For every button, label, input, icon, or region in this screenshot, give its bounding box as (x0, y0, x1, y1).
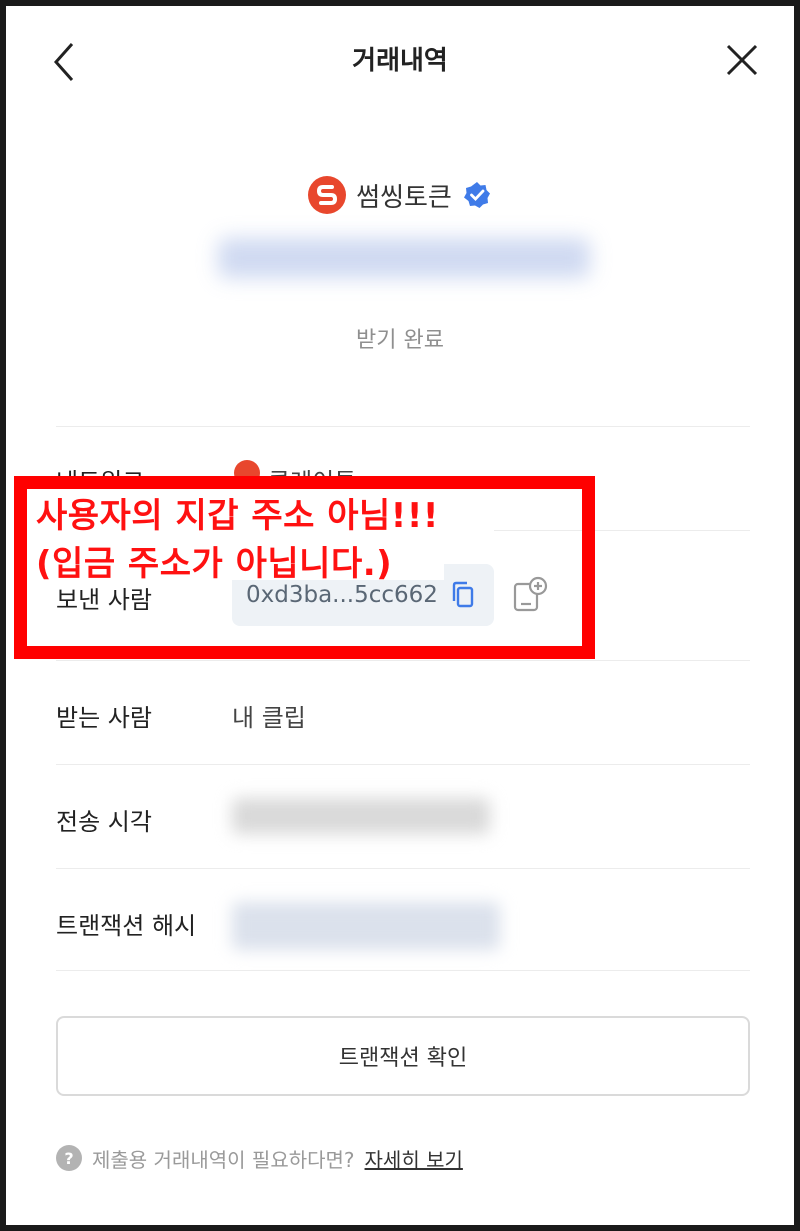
help-row: ? 제출용 거래내역이 필요하다면? 자세히 보기 (56, 1142, 463, 1174)
receiver-value: 내 클립 (232, 704, 306, 732)
help-text: 제출용 거래내역이 필요하다면? (92, 1147, 355, 1172)
transaction-status: 받기 완료 (356, 328, 444, 353)
close-button[interactable] (720, 38, 764, 82)
confirm-transaction-button[interactable]: 트랜잭션 확인 (56, 1016, 750, 1096)
amount-redacted (218, 238, 590, 278)
hash-label: 트랜잭션 해시 (56, 912, 197, 940)
page-title: 거래내역 (352, 46, 448, 76)
divider (56, 764, 750, 765)
divider (56, 660, 750, 661)
receiver-label: 받는 사람 (56, 704, 152, 732)
time-redacted (232, 798, 490, 834)
divider (56, 426, 750, 427)
annotation-line-2: (입금 주소가 아닙니다.) (36, 544, 393, 584)
header: 거래내역 (6, 6, 794, 116)
help-details-link[interactable]: 자세히 보기 (365, 1144, 463, 1173)
token-logo-icon (308, 176, 347, 214)
hash-redacted (232, 902, 500, 950)
question-icon: ? (56, 1145, 82, 1171)
close-icon (726, 44, 758, 76)
annotation-line-1: 사용자의 지갑 주소 아님!!! (36, 496, 439, 536)
verified-badge-icon (463, 182, 490, 208)
time-label: 전송 시각 (56, 808, 152, 836)
token-name: 썸씽토큰 (356, 182, 452, 213)
divider (56, 970, 750, 971)
token-row: 썸씽토큰 (6, 173, 794, 217)
divider (56, 868, 750, 869)
